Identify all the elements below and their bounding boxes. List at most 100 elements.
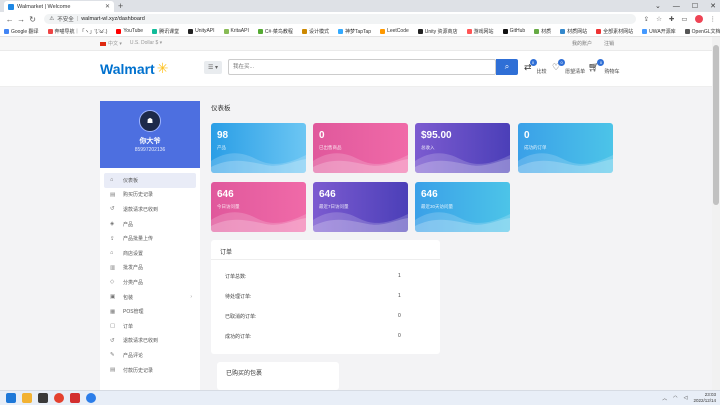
- bookmark-item[interactable]: 材质: [534, 28, 551, 35]
- bookmark-item[interactable]: 游戏网站: [466, 28, 494, 35]
- sidebar-item-label: 产品: [123, 221, 134, 228]
- cart-button[interactable]: 🛒︎ 0 购物车: [588, 59, 619, 75]
- sidebar-menu: ⌂ 仪表板 ▤ 购买历史记录 ↺ 退款请求已收到 ◈ 产品 ⇪ 产品批量上传 ⌂ 商店设置 ▥ 批发产品 ◇…: [100, 168, 200, 390]
- sidebar-item[interactable]: ⌂ 仪表板: [104, 173, 196, 188]
- close-window-icon[interactable]: ✕: [710, 2, 716, 10]
- compare-icon: ⇄ 0: [524, 59, 537, 73]
- wishlist-button[interactable]: ♡ 0 愿望清单: [552, 59, 585, 75]
- bookmark-item[interactable]: 设计模式: [301, 28, 329, 35]
- search-input[interactable]: [228, 59, 496, 75]
- wifi-icon[interactable]: ◠: [673, 395, 677, 401]
- profile-name: 你大爷: [139, 138, 161, 145]
- wave-decoration: [415, 153, 510, 173]
- sidebar-item[interactable]: ▥ 批发产品: [104, 261, 196, 276]
- order-stat-value: 1: [398, 293, 401, 299]
- bookmark-item[interactable]: 全部素材网站: [596, 28, 633, 35]
- chrome-icon[interactable]: [54, 393, 64, 403]
- reload-icon[interactable]: ↻: [27, 15, 38, 24]
- file-explorer-icon[interactable]: [22, 393, 32, 403]
- my-account-link[interactable]: 我的账户: [572, 40, 592, 47]
- bookmark-item[interactable]: UnityAPI: [188, 28, 215, 34]
- bookmark-item[interactable]: 材质网站: [560, 28, 587, 35]
- scrollbar-thumb[interactable]: [713, 45, 719, 205]
- volume-icon[interactable]: ◁: [684, 395, 688, 401]
- sidebar-item-label: 退款请求已收到: [123, 206, 159, 213]
- bookmark-icon: [4, 28, 9, 34]
- browser-tab[interactable]: Walmarket | Welcome ✕: [4, 1, 114, 12]
- stat-card: $95.00 总收入: [415, 123, 510, 173]
- search-button[interactable]: ⌕: [496, 59, 518, 75]
- profile-avatar[interactable]: [694, 15, 703, 23]
- app-icon[interactable]: [38, 393, 48, 403]
- sidebar-item[interactable]: ▣ 包装 ›: [104, 290, 196, 305]
- bookmark-item[interactable]: 神梦TapTap: [337, 28, 371, 35]
- bookmark-item[interactable]: 奔喵导航｜「ヽ」'(.'ω'.): [47, 28, 107, 35]
- currency-select[interactable]: U.S. Dollar $ ▾: [130, 40, 162, 47]
- sidepanel-icon[interactable]: ▭: [681, 15, 687, 23]
- sidebar-item-label: 购买历史记录: [123, 192, 154, 199]
- logout-link[interactable]: 注销: [604, 40, 614, 47]
- maximize-icon[interactable]: ☐: [692, 2, 698, 10]
- bookmark-item[interactable]: OpenGL文档: [684, 28, 720, 35]
- wave-decoration: [518, 153, 613, 173]
- walmart-logo[interactable]: Walmart ✳: [100, 60, 168, 77]
- bookmark-icon: [466, 28, 472, 34]
- sidebar-item[interactable]: ▤ 付款历史记录: [104, 363, 196, 378]
- bookmark-item[interactable]: Unity 资源商店: [417, 28, 458, 35]
- stat-value: 646: [217, 189, 234, 200]
- sidebar-item[interactable]: ◈ 产品: [104, 217, 196, 232]
- bookmark-icon: [534, 28, 540, 34]
- forward-icon[interactable]: →: [15, 15, 26, 24]
- order-stat-row: 待处理订单: 1: [225, 293, 425, 300]
- menu-icon[interactable]: ⋮: [710, 15, 717, 23]
- clock[interactable]: 23:03 2022/12/14: [693, 392, 716, 404]
- bookmark-item[interactable]: KritaAPI: [223, 28, 249, 34]
- browser-tab-bar: Walmarket | Welcome ✕ + ⌄ — ☐ ✕: [0, 0, 720, 12]
- sidebar-item[interactable]: ↺ 退款请求已收到: [104, 334, 196, 349]
- warning-icon: ⚠: [49, 16, 55, 22]
- bookmark-item[interactable]: 腾讯课堂: [152, 28, 179, 35]
- compare-button[interactable]: ⇄ 0 比较: [524, 59, 547, 75]
- wishlist-count-badge: 0: [558, 59, 566, 66]
- sidebar-item[interactable]: ✎ 产品评论: [104, 348, 196, 363]
- url-input[interactable]: ⚠ 不安全 | walmart-wl.xyz/dashboard: [44, 14, 636, 24]
- sidebar-item-label: 退款请求已收到: [123, 338, 159, 345]
- sidebar-item[interactable]: ◇ 分类产品: [104, 275, 196, 290]
- back-icon[interactable]: ←: [4, 15, 15, 24]
- sidebar-item[interactable]: ⇪ 产品批量上传: [104, 231, 196, 246]
- new-tab-icon[interactable]: +: [118, 1, 123, 11]
- bookmark-icon: [337, 28, 343, 34]
- minimize-icon[interactable]: —: [673, 3, 680, 10]
- extensions-icon[interactable]: ✚: [669, 15, 674, 23]
- start-icon[interactable]: [6, 393, 16, 403]
- category-menu-button[interactable]: ☰ ▾: [204, 61, 222, 74]
- refund-icon: ↺: [110, 206, 115, 213]
- sidebar-item[interactable]: ▢ 订单: [104, 319, 196, 334]
- app-red-icon[interactable]: [70, 393, 80, 403]
- star-icon[interactable]: ☆: [656, 15, 662, 23]
- avatar[interactable]: ☗: [139, 110, 161, 132]
- sidebar-item[interactable]: ▦ POS管理: [104, 304, 196, 319]
- box-icon: ◈: [110, 221, 115, 228]
- bookmark-item[interactable]: GitHub: [502, 28, 525, 34]
- edge-icon[interactable]: [86, 393, 96, 403]
- bookmark-icon: [417, 28, 423, 34]
- sidebar-item[interactable]: ⌂ 商店设置: [104, 246, 196, 261]
- bookmark-item[interactable]: YouTube: [116, 28, 143, 34]
- order-stat-label: 待处理订单:: [225, 294, 252, 300]
- close-tab-icon[interactable]: ✕: [105, 3, 110, 10]
- tray-chevron-icon[interactable]: ︿: [662, 395, 667, 402]
- sidebar-item[interactable]: ▤ 购买历史记录: [104, 188, 196, 203]
- bookmark-item[interactable]: UWA开源库: [642, 28, 676, 35]
- stat-card: 0 成功的订单: [518, 123, 613, 173]
- scrollbar[interactable]: [712, 37, 720, 390]
- language-select[interactable]: 中文 ▾: [100, 40, 122, 47]
- bookmark-item[interactable]: LeetCode: [380, 28, 409, 34]
- home-icon: ⌂: [110, 177, 114, 184]
- bookmark-item[interactable]: C#·菜鸟教程: [257, 28, 293, 35]
- sidebar-item[interactable]: ↺ 退款请求已收到: [104, 202, 196, 217]
- bookmark-item[interactable]: Google 翻译: [4, 28, 39, 35]
- chevron-down-icon[interactable]: ⌄: [655, 2, 661, 10]
- wave-decoration: [211, 153, 306, 173]
- share-icon[interactable]: ⇪: [644, 15, 649, 23]
